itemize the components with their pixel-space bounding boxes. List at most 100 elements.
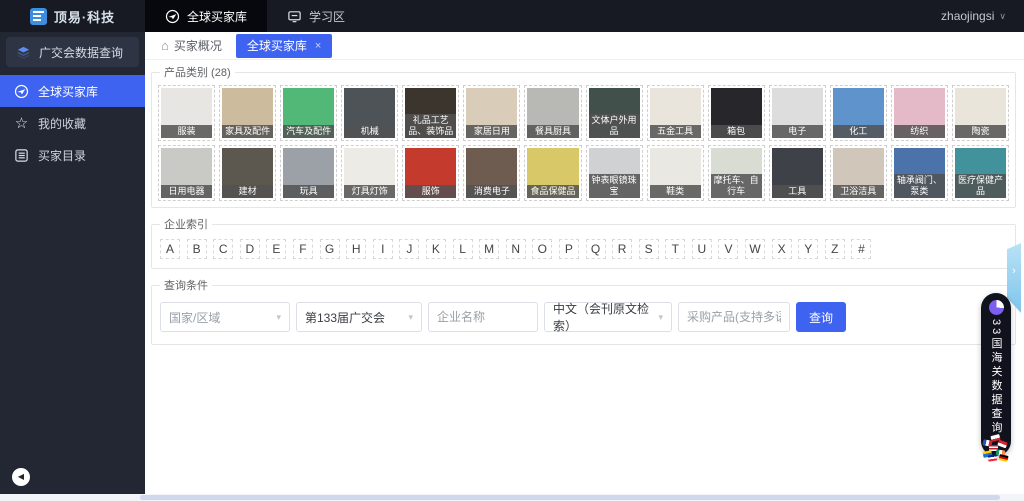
category-tile[interactable]: 服饰 <box>402 145 459 201</box>
letter-button[interactable]: A <box>160 239 180 259</box>
top-nav-global-buyers[interactable]: 全球买家库 <box>145 0 267 32</box>
search-language-value: 中文（会刊原文检索） <box>553 300 652 334</box>
category-tile[interactable]: 电子 <box>769 85 826 141</box>
pie-chart-icon <box>989 300 1004 315</box>
letter-button[interactable]: P <box>559 239 579 259</box>
sidebar-header-canton-fair-query[interactable]: 广交会数据查询 <box>6 37 139 67</box>
category-label: 日用电器 <box>161 185 212 198</box>
category-tile[interactable]: 陶瓷 <box>952 85 1009 141</box>
category-label: 工具 <box>772 185 823 198</box>
letter-button[interactable]: X <box>772 239 792 259</box>
letter-button[interactable]: # <box>851 239 871 259</box>
category-tile[interactable]: 卫浴洁具 <box>830 145 887 201</box>
horizontal-scrollbar[interactable] <box>0 494 1024 501</box>
letter-button[interactable]: U <box>692 239 712 259</box>
letter-button[interactable]: C <box>213 239 233 259</box>
letter-button[interactable]: G <box>320 239 340 259</box>
category-tile[interactable]: 医疗保健产品 <box>952 145 1009 201</box>
category-tile[interactable]: 文体户外用品 <box>586 85 643 141</box>
letter-button[interactable]: V <box>718 239 738 259</box>
letter-button[interactable]: K <box>426 239 446 259</box>
letter-index: ABCDEFGHIJKLMNOPQRSTUVWXYZ # <box>158 237 1009 262</box>
category-tile[interactable]: 轴承阀门、泵类 <box>891 145 948 201</box>
letter-button[interactable]: S <box>639 239 659 259</box>
letter-button[interactable]: B <box>187 239 207 259</box>
category-label: 家居日用 <box>466 125 517 138</box>
category-tile[interactable]: 家具及配件 <box>219 85 276 141</box>
category-tile[interactable]: 工具 <box>769 145 826 201</box>
country-region-select[interactable]: 国家/区域 ▾ <box>160 302 290 332</box>
top-nav-label: 全球买家库 <box>187 8 247 25</box>
sidebar-item-global-buyers[interactable]: 全球买家库 <box>0 75 145 107</box>
category-tile[interactable]: 餐具厨具 <box>524 85 581 141</box>
letter-button[interactable]: M <box>479 239 499 259</box>
category-tile[interactable]: 五金工具 <box>647 85 704 141</box>
category-label: 五金工具 <box>650 125 701 138</box>
letter-button[interactable]: E <box>266 239 286 259</box>
category-tile[interactable]: 消费电子 <box>463 145 520 201</box>
letter-button[interactable]: Q <box>586 239 606 259</box>
user-menu[interactable]: zhaojingsi ∨ <box>923 0 1024 32</box>
letter-button[interactable]: J <box>399 239 419 259</box>
sidebar-item-my-favorites[interactable]: ☆ 我的收藏 <box>0 107 145 139</box>
top-bar: 顶易·科技 全球买家库 学习区 zhaojingsi ∨ <box>0 0 1024 32</box>
close-icon[interactable]: × <box>315 40 321 52</box>
fair-session-value: 第133届广交会 <box>305 309 385 326</box>
search-language-select[interactable]: 中文（会刊原文检索） ▾ <box>544 302 672 332</box>
sidebar-header-label: 广交会数据查询 <box>39 44 123 61</box>
customs-data-floating-badge[interactable]: 33国海关数据查询 <box>981 293 1011 456</box>
letter-button[interactable]: N <box>506 239 526 259</box>
category-label: 化工 <box>833 125 884 138</box>
category-tile[interactable]: 摩托车、自行车 <box>708 145 765 201</box>
letter-button[interactable]: R <box>612 239 632 259</box>
category-tile[interactable]: 化工 <box>830 85 887 141</box>
category-label: 陶瓷 <box>955 125 1006 138</box>
category-tile[interactable]: 箱包 <box>708 85 765 141</box>
purchase-product-input[interactable] <box>678 302 790 332</box>
chevron-down-icon: ∨ <box>999 11 1006 22</box>
tab-buyer-overview[interactable]: ⌂ 买家概况 <box>153 37 230 54</box>
letter-button[interactable]: Y <box>798 239 818 259</box>
category-tile[interactable]: 鞋类 <box>647 145 704 201</box>
country-region-placeholder: 国家/区域 <box>169 309 220 326</box>
category-tile[interactable]: 玩具 <box>280 145 337 201</box>
category-tile[interactable]: 钟表眼镜珠宝 <box>586 145 643 201</box>
letter-button[interactable]: O <box>532 239 552 259</box>
company-name-input[interactable] <box>428 302 538 332</box>
fair-session-select[interactable]: 第133届广交会 ▾ <box>296 302 422 332</box>
category-tile[interactable]: 灯具灯饰 <box>341 145 398 201</box>
search-button[interactable]: 查询 <box>796 302 846 332</box>
horizontal-scrollbar-thumb[interactable] <box>140 495 1000 500</box>
letter-button[interactable]: I <box>373 239 393 259</box>
tab-label: 全球买家库 <box>247 37 307 54</box>
category-label: 玩具 <box>283 185 334 198</box>
letter-button[interactable]: D <box>240 239 260 259</box>
sidebar-collapse-button[interactable]: ◀ <box>12 468 30 486</box>
category-label: 汽车及配件 <box>283 125 334 138</box>
category-tile[interactable]: 食品保健品 <box>524 145 581 201</box>
tab-global-buyers[interactable]: 全球买家库 × <box>236 34 332 58</box>
letter-button[interactable]: Z <box>825 239 845 259</box>
sidebar-item-buyer-directory[interactable]: 买家目录 <box>0 139 145 171</box>
letter-button[interactable]: W <box>745 239 765 259</box>
category-label: 食品保健品 <box>527 185 578 198</box>
top-nav-label: 学习区 <box>309 8 345 25</box>
category-tile[interactable]: 机械 <box>341 85 398 141</box>
chevron-down-icon: ▾ <box>276 312 281 323</box>
category-tile[interactable]: 礼品工艺品、装饰品 <box>402 85 459 141</box>
top-nav-learning-zone[interactable]: 学习区 <box>267 0 365 32</box>
letter-button[interactable]: L <box>453 239 473 259</box>
category-label: 服饰 <box>405 185 456 198</box>
globe-plane-icon <box>14 84 29 99</box>
tab-label: 买家概况 <box>174 37 222 54</box>
category-tile[interactable]: 建材 <box>219 145 276 201</box>
category-tile[interactable]: 家居日用 <box>463 85 520 141</box>
category-tile[interactable]: 服装 <box>158 85 215 141</box>
category-tile[interactable]: 汽车及配件 <box>280 85 337 141</box>
category-tile[interactable]: 纺织 <box>891 85 948 141</box>
letter-button[interactable]: H <box>346 239 366 259</box>
category-label: 服装 <box>161 125 212 138</box>
letter-button[interactable]: F <box>293 239 313 259</box>
letter-button[interactable]: T <box>665 239 685 259</box>
category-tile[interactable]: 日用电器 <box>158 145 215 201</box>
